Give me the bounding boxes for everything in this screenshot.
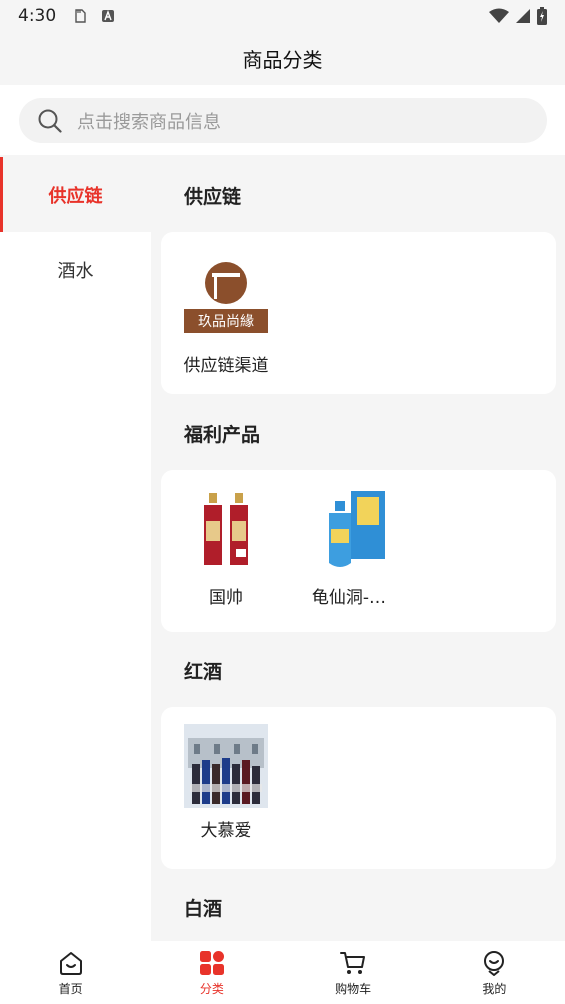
product-damuai[interactable]: 大慕爱 [181, 724, 271, 841]
profile-icon [484, 950, 505, 976]
section-title-red-wine: 红酒 [184, 661, 223, 683]
page-header: 商品分类 [0, 32, 565, 84]
cart-icon [340, 951, 366, 974]
section-title-baijiu: 白酒 [184, 898, 223, 920]
product-supply-chain-channel[interactable]: 玖品尚緣 供应链渠道 [181, 259, 271, 376]
tab-profile[interactable]: 我的 [424, 941, 565, 1004]
signal-icon [516, 9, 530, 23]
status-notification-icons [72, 8, 116, 24]
bottom-tab-bar: 首页 分类 购物车 我的 [0, 941, 565, 1004]
search-input[interactable]: 点击搜索商品信息 [19, 98, 547, 143]
section-card-welfare: 国帅 龟仙洞-… [161, 470, 556, 632]
product-image-red-wine-bottles [184, 724, 268, 808]
sd-card-icon [75, 9, 86, 23]
logo-text: 玖品尚緣 [198, 314, 254, 330]
tab-category[interactable]: 分类 [141, 941, 282, 1004]
tab-label: 购物车 [335, 981, 372, 996]
product-guixiandong[interactable]: 龟仙洞-… [304, 491, 394, 608]
section-card-red-wine: 大慕爱 [161, 707, 556, 869]
product-guoshuai[interactable]: 国帅 [181, 491, 271, 608]
battery-icon [537, 7, 547, 25]
search-bar-container: 点击搜索商品信息 [0, 85, 565, 155]
product-name: 供应链渠道 [183, 356, 269, 376]
category-content: 供应链 玖品尚緣 供应链渠道 福利产品 国帅 龟仙洞-… 红酒 大慕爱 白酒 [151, 157, 565, 941]
tab-home[interactable]: 首页 [0, 941, 141, 1004]
product-name: 国帅 [209, 588, 243, 608]
section-title-welfare: 福利产品 [184, 424, 261, 446]
product-name: 龟仙洞-… [311, 588, 387, 608]
status-bar: 4:30 [0, 0, 565, 32]
section-title-supply-chain: 供应链 [184, 186, 242, 208]
search-placeholder: 点击搜索商品信息 [77, 111, 221, 133]
status-time: 4:30 [18, 6, 57, 26]
page-title: 商品分类 [242, 47, 323, 72]
sidebar-item-supply-chain[interactable]: 供应链 [0, 157, 151, 232]
sidebar-item-label: 酒水 [57, 260, 94, 282]
font-app-icon [102, 10, 115, 22]
category-icon [199, 950, 224, 975]
category-sidebar: 供应链 酒水 [0, 157, 151, 941]
home-icon [59, 951, 82, 975]
tab-cart[interactable]: 购物车 [283, 941, 424, 1004]
tab-label: 分类 [199, 981, 224, 996]
product-image-baijiu-bottle [307, 491, 391, 575]
wifi-icon [489, 8, 509, 23]
tab-label: 我的 [482, 981, 507, 996]
product-image-wine-bottles [184, 491, 268, 575]
search-icon [38, 109, 62, 133]
sidebar-item-label: 供应链 [48, 185, 103, 207]
sidebar-item-drinks[interactable]: 酒水 [0, 232, 151, 307]
section-card-supply-chain: 玖品尚緣 供应链渠道 [161, 232, 556, 394]
tab-label: 首页 [58, 981, 83, 996]
product-image-logo: 玖品尚緣 [184, 259, 268, 343]
product-name: 大慕爱 [200, 821, 252, 841]
status-system-icons [489, 7, 547, 25]
